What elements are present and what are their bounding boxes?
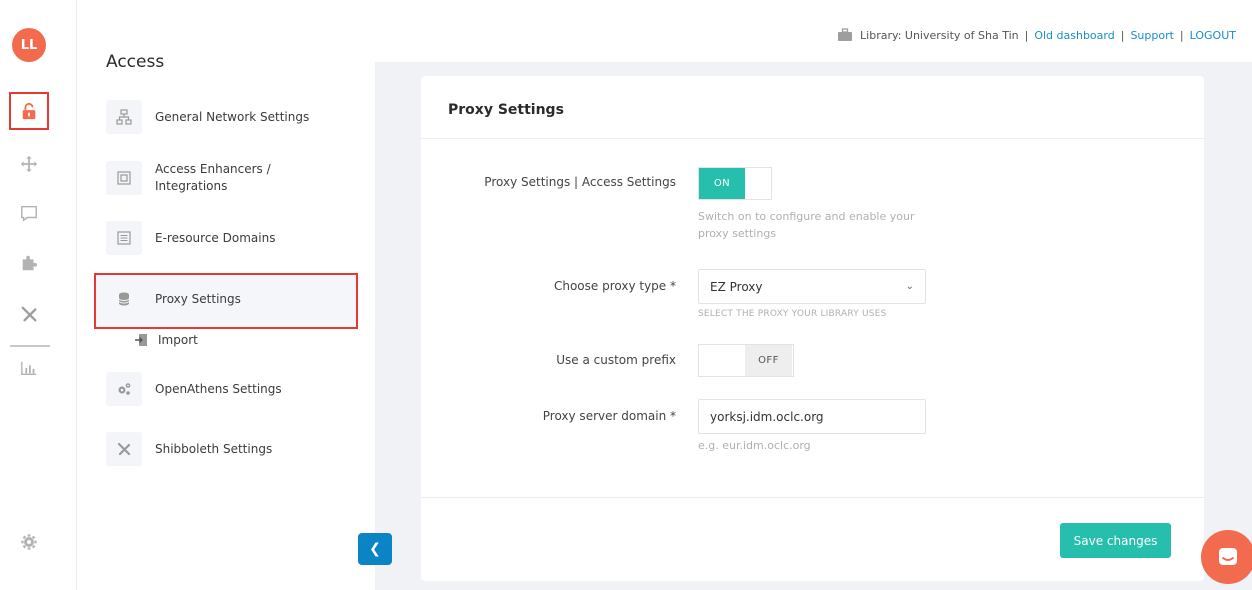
menu-item-label: Proxy Settings: [155, 291, 241, 306]
server-domain-label: Proxy server domain *: [542, 409, 676, 423]
toggle-state: OFF: [745, 345, 792, 376]
puzzle-icon: [22, 255, 38, 271]
rail-integrations-button[interactable]: [9, 244, 49, 282]
chevron-down-icon: ⌄: [905, 281, 914, 292]
rail-tools-button[interactable]: [9, 295, 49, 333]
separator: |: [1120, 28, 1125, 42]
proxy-toggle-help: Switch on to configure and enable your p…: [698, 210, 915, 240]
proxy-toggle-label: Proxy Settings | Access Settings: [484, 175, 676, 189]
app-logo[interactable]: LL: [12, 28, 46, 62]
proxy-type-select[interactable]: EZ Proxy ⌄: [698, 269, 926, 304]
separator: |: [1024, 28, 1029, 42]
top-bar: Library: University of Sha Tin | Old das…: [375, 0, 1252, 62]
menu-item-shibboleth-settings[interactable]: Shibboleth Settings: [106, 432, 356, 466]
card-divider: [421, 497, 1204, 498]
proxy-type-help: SELECT THE PROXY YOUR LIBRARY USES: [698, 309, 887, 319]
chat-icon: [1219, 548, 1237, 565]
toggle-blank: [699, 345, 745, 376]
menu-item-general-network-settings[interactable]: General Network Settings: [106, 100, 356, 134]
rail-divider: [10, 345, 50, 347]
proxy-type-control: EZ Proxy ⌄ SELECT THE PROXY YOUR LIBRARY…: [698, 269, 926, 319]
save-changes-button[interactable]: Save changes: [1060, 523, 1171, 558]
menu-title: Access: [106, 52, 165, 72]
menu-item-openathens-settings[interactable]: OpenAthens Settings: [106, 372, 356, 406]
account-links: Library: University of Sha Tin | Old das…: [837, 28, 1236, 42]
list-icon: [106, 221, 142, 255]
server-domain-control: e.g. eur.idm.oclc.org: [698, 399, 926, 454]
custom-prefix-toggle[interactable]: OFF: [698, 344, 794, 377]
rail-access-button[interactable]: [9, 92, 49, 130]
import-icon: [135, 334, 147, 346]
rail-settings-button[interactable]: [9, 523, 49, 561]
proxy-settings-card: Proxy Settings Proxy Settings | Access S…: [421, 76, 1204, 581]
toggle-state: ON: [699, 168, 745, 199]
menu-item-label: Shibboleth Settings: [155, 441, 273, 456]
card-title: Proxy Settings: [421, 76, 1204, 139]
old-dashboard-link[interactable]: Old dashboard: [1034, 29, 1114, 42]
menu-item-label: E-resource Domains: [155, 230, 276, 245]
server-domain-help: e.g. eur.idm.oclc.org: [698, 439, 811, 452]
menu-item-label: OpenAthens Settings: [155, 381, 282, 396]
network-icon: [106, 100, 142, 134]
proxy-type-value: EZ Proxy: [710, 279, 763, 294]
rail-move-button[interactable]: [9, 145, 49, 183]
proxy-server-domain-input[interactable]: [698, 399, 926, 434]
proxy-toggle-control: ON Switch on to configure and enable you…: [698, 167, 948, 242]
database-icon: [106, 282, 142, 316]
chat-widget-button[interactable]: [1201, 530, 1252, 584]
menu-item-label: General Network Settings: [155, 109, 310, 124]
cogs-icon: [106, 372, 142, 406]
proxy-type-label: Choose proxy type *: [553, 279, 676, 293]
tools-icon: [21, 306, 37, 322]
rail-chat-button[interactable]: [9, 194, 49, 232]
custom-prefix-label: Use a custom prefix: [556, 353, 676, 367]
menu-subitem-label: Import: [158, 333, 198, 347]
menu-item-access-enhancers[interactable]: Access Enhancers / Integrations: [106, 161, 356, 195]
menu-item-e-resource-domains[interactable]: E-resource Domains: [106, 221, 356, 255]
custom-prefix-control: OFF: [698, 344, 794, 377]
bar-chart-icon: [21, 361, 37, 375]
chevron-left-icon: ❮: [369, 541, 381, 557]
integrations-icon: [106, 161, 142, 195]
access-menu: Access General Network Settings Access E…: [77, 0, 375, 590]
menu-item-label: Access Enhancers / Integrations: [155, 162, 271, 193]
rail-analytics-button[interactable]: [9, 349, 49, 387]
separator: |: [1179, 28, 1184, 42]
chat-square-icon: [21, 205, 37, 222]
main-content: Proxy Settings Proxy Settings | Access S…: [375, 62, 1252, 590]
tools-icon: [106, 432, 142, 466]
collapse-menu-button[interactable]: ❮: [358, 533, 392, 565]
move-arrows-icon: [20, 155, 38, 173]
menu-item-proxy-settings[interactable]: Proxy Settings: [106, 282, 356, 316]
proxy-settings-toggle[interactable]: ON: [698, 167, 772, 200]
lock-open-icon: [22, 102, 36, 120]
menu-subitem-import[interactable]: Import: [134, 333, 198, 347]
gear-icon: [21, 534, 37, 550]
logout-link[interactable]: LOGOUT: [1190, 29, 1236, 42]
briefcase-icon: [838, 28, 853, 41]
icon-rail: LL: [0, 0, 77, 590]
support-link[interactable]: Support: [1130, 29, 1173, 42]
library-name: Library: University of Sha Tin: [860, 28, 1019, 42]
